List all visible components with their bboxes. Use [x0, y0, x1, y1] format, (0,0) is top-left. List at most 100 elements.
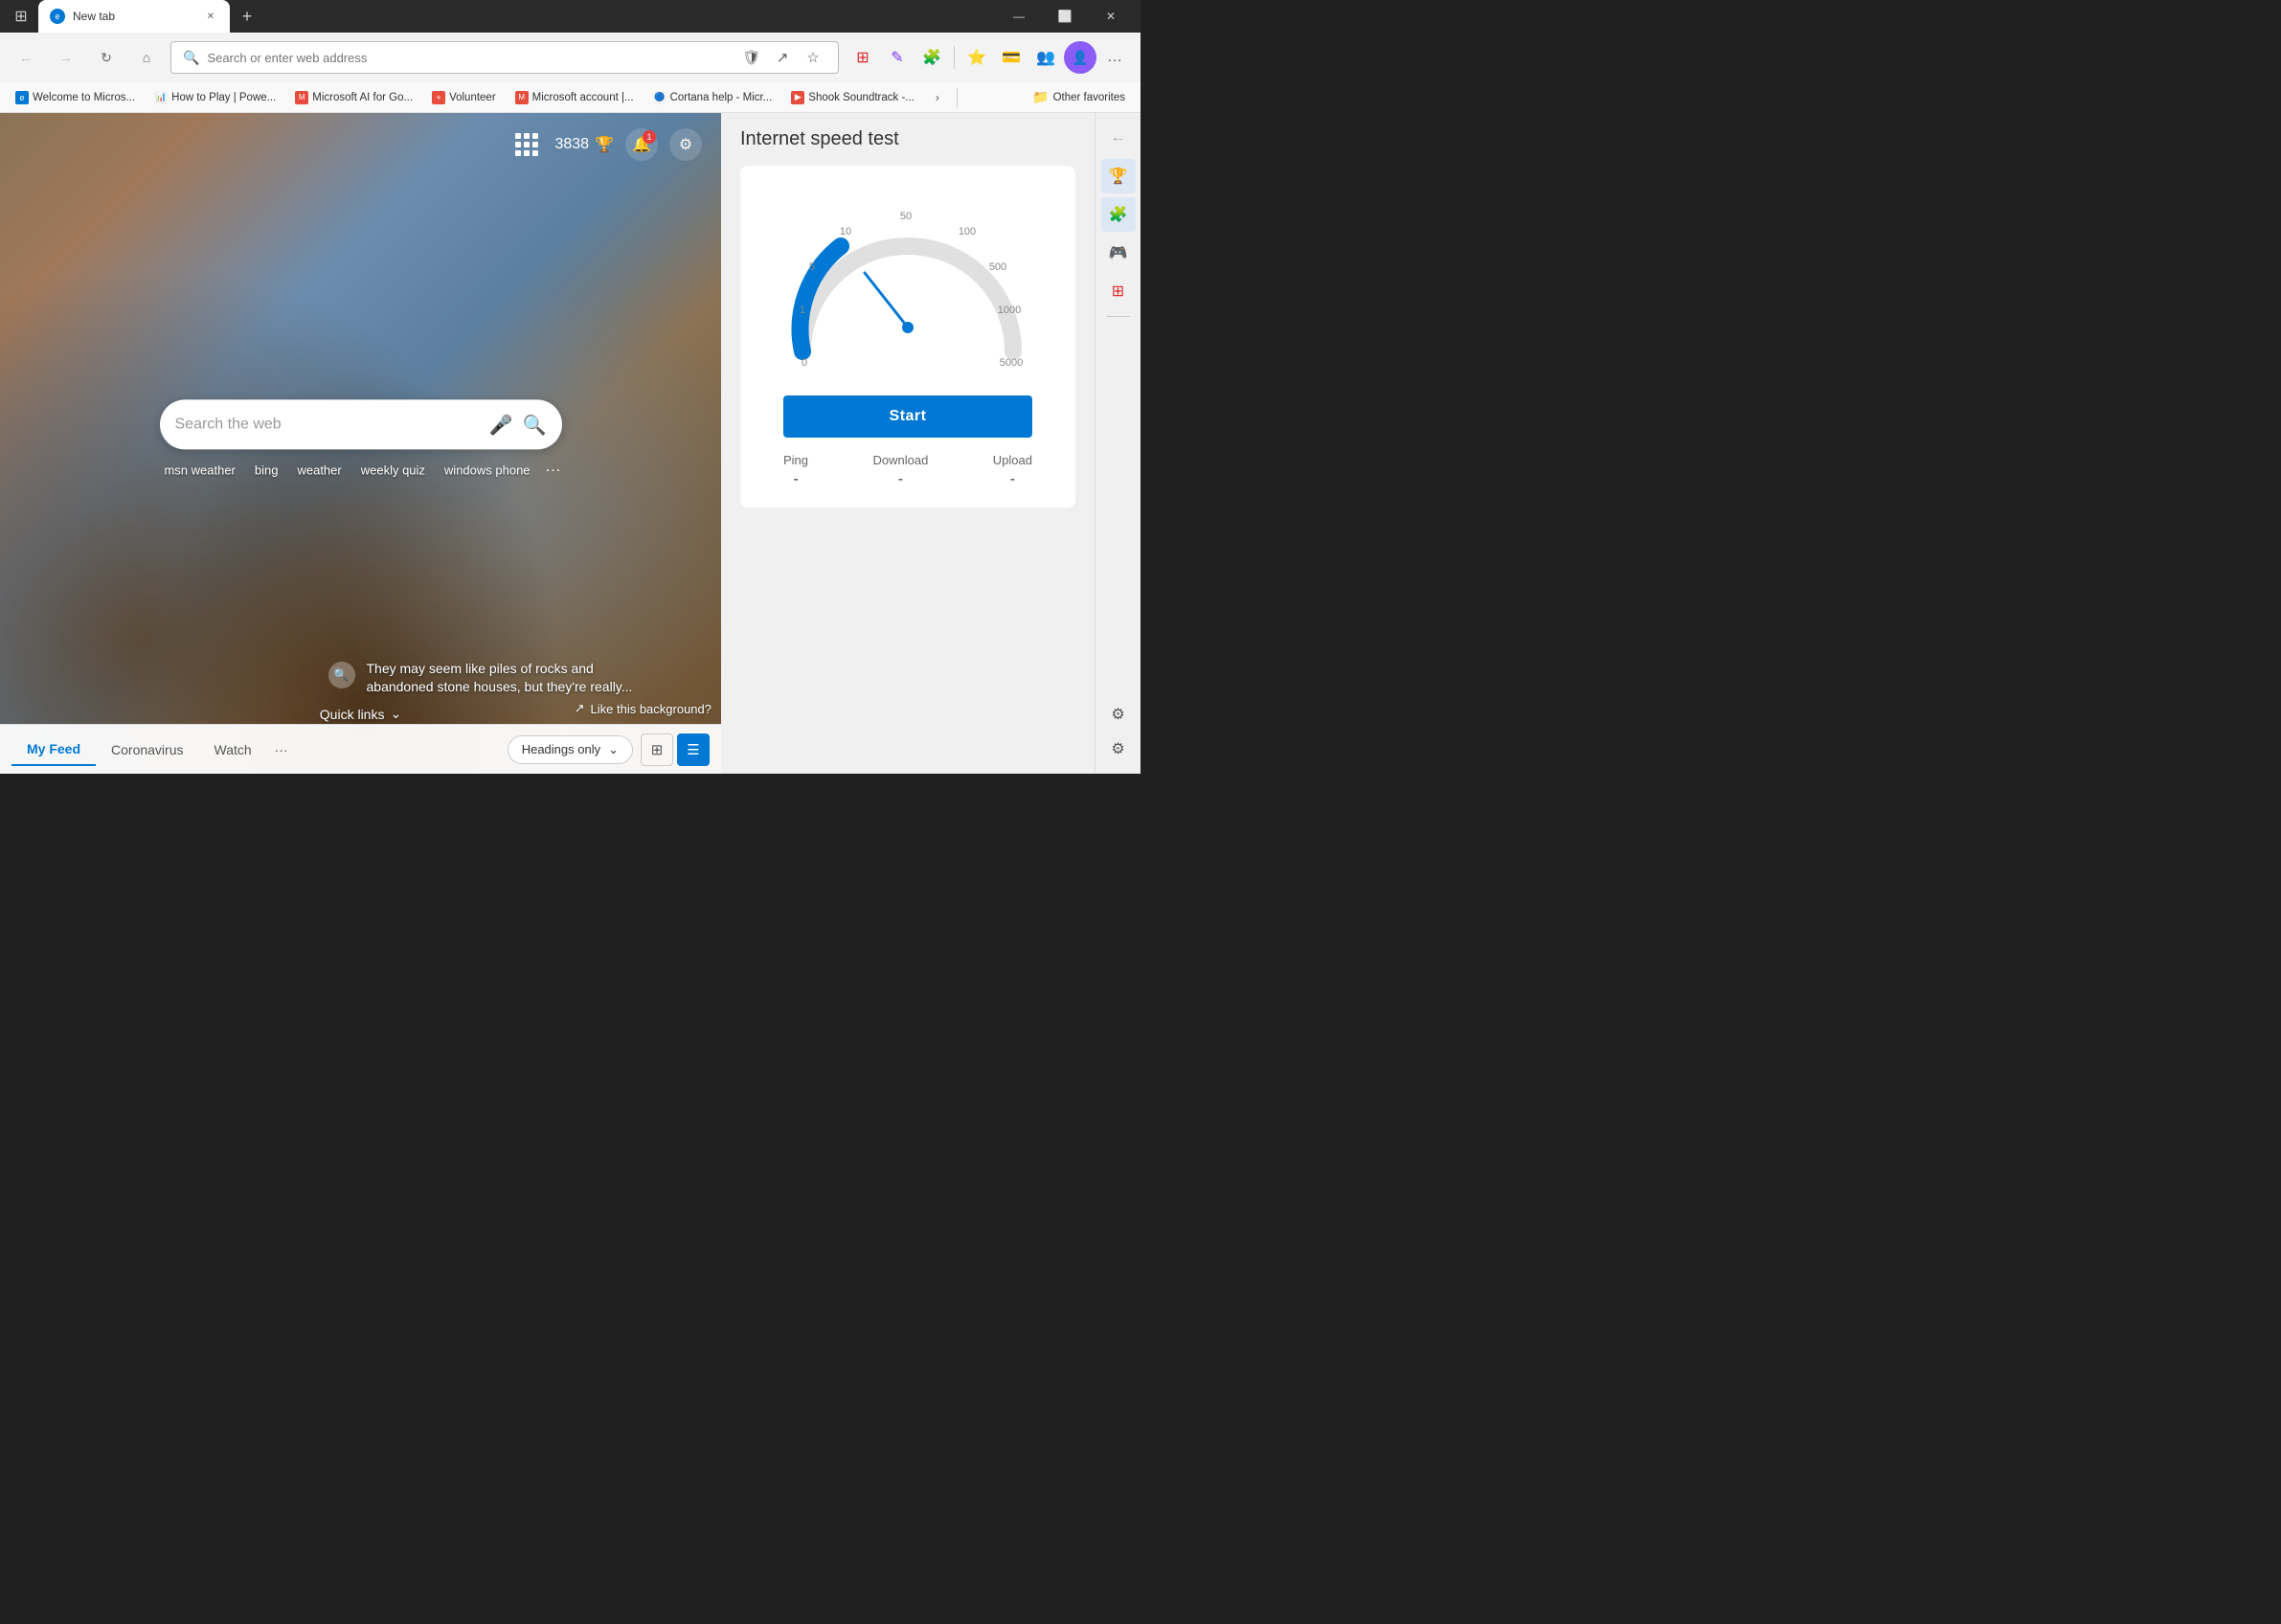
newtab-page: 3838 🏆 🔔 1 ⚙ 🎤 🔍 msn weather bing weathe… [0, 113, 721, 774]
suggestion-msn-weather[interactable]: msn weather [160, 461, 238, 479]
new-tab-button[interactable]: + [234, 3, 260, 30]
fav-label-welcome: Welcome to Micros... [33, 92, 135, 103]
favorites-bar: e Welcome to Micros... 📊 How to Play | P… [0, 82, 1140, 113]
download-label: Download [873, 453, 929, 467]
toolbar-separator [954, 46, 955, 69]
search-go-button[interactable]: 🔍 [523, 413, 547, 437]
address-search-icon: 🔍 [183, 50, 199, 66]
grid-dot [524, 150, 530, 156]
sidebar-games-icon[interactable]: 🎮 [1101, 236, 1136, 270]
headings-select: Headings only ⌄ [508, 735, 633, 764]
suggestion-bing[interactable]: bing [251, 461, 282, 479]
fav-more-button[interactable]: › [926, 86, 949, 109]
speed-test-title: Internet speed test [740, 128, 1075, 150]
rewards-score[interactable]: 3838 🏆 [554, 135, 614, 154]
titlebar: ⊞ e New tab ✕ + — ⬜ ✕ [0, 0, 1140, 33]
start-speed-test-button[interactable]: Start [783, 395, 1032, 438]
quick-links-toggle[interactable]: Quick links ⌄ [320, 706, 401, 722]
headings-dropdown-button[interactable]: Headings only ⌄ [508, 735, 633, 764]
suggestion-weather[interactable]: weather [293, 461, 345, 479]
fav-favicon-volunteer: + [432, 91, 445, 104]
tab-favicon: e [50, 9, 65, 24]
fav-item-powerbi[interactable]: 📊 How to Play | Powe... [147, 88, 283, 107]
upload-value: - [1010, 471, 1015, 488]
suggestion-windows-phone[interactable]: windows phone [440, 461, 534, 479]
tracking-prevention-button[interactable]: 🛡 [738, 44, 765, 71]
fav-label-cortana: Cortana help - Micr... [670, 92, 773, 103]
profile-button[interactable]: 👤 [1064, 41, 1096, 74]
quick-links-label: Quick links [320, 707, 385, 722]
collections-button[interactable]: ⭐ [960, 41, 993, 74]
info-search-icon: 🔍 [328, 662, 355, 688]
quick-links-bar: Quick links ⌄ [0, 706, 721, 722]
speed-test-panel: Internet speed test 0 1 [721, 113, 1095, 774]
fav-item-shook[interactable]: ▶ Shook Soundtrack -... [783, 88, 922, 107]
sidebar-customize-icon[interactable]: ⚙ [1101, 697, 1136, 732]
fav-item-volunteer[interactable]: + Volunteer [424, 88, 504, 107]
notifications-button[interactable]: 🔔 1 [625, 128, 658, 161]
info-text[interactable]: They may seem like piles of rocks and ab… [367, 660, 654, 697]
newtab-bottom-bar: My Feed Coronavirus Watch ··· Headings o… [0, 724, 721, 774]
background-info-overlay: 🔍 They may seem like piles of rocks and … [328, 660, 654, 697]
tab-coronavirus[interactable]: Coronavirus [96, 734, 198, 765]
grid-dot [532, 133, 538, 139]
address-bar-icons: 🛡 ↗ ☆ [738, 44, 826, 71]
microphone-button[interactable]: 🎤 [489, 413, 513, 437]
more-suggestions-button[interactable]: ··· [546, 462, 561, 479]
home-button[interactable]: ⌂ [130, 41, 163, 74]
speed-test-card: 0 1 5 10 50 100 500 1000 5000 [740, 166, 1075, 508]
page-settings-button[interactable]: ⚙ [669, 128, 702, 161]
tab-title: New tab [73, 10, 195, 23]
share-button[interactable]: ↗ [769, 44, 796, 71]
personas-button[interactable]: 👥 [1029, 41, 1062, 74]
fav-favicon-cortana: 🔵 [653, 91, 666, 104]
stats-row: Ping - Download - Upload - [783, 453, 1032, 488]
tab-newtab[interactable]: e New tab ✕ [38, 0, 230, 33]
sidebar-rewards-icon[interactable]: 🏆 [1101, 159, 1136, 193]
search-box[interactable]: 🎤 🔍 [160, 399, 562, 449]
apps-grid-button[interactable] [510, 128, 543, 161]
sidebar-office-icon[interactable]: ⊞ [1101, 274, 1136, 308]
extensions-button[interactable]: 🧩 [915, 41, 948, 74]
grid-dot [524, 142, 530, 147]
newtab-topbar: 3838 🏆 🔔 1 ⚙ [0, 113, 721, 176]
grid-dot [515, 150, 521, 156]
fav-item-cortana[interactable]: 🔵 Cortana help - Micr... [645, 88, 780, 107]
onenote-button[interactable]: ✎ [881, 41, 914, 74]
minimize-button[interactable]: — [997, 1, 1041, 32]
favorites-add-button[interactable]: ☆ [800, 44, 826, 71]
download-value: - [898, 471, 903, 488]
fav-item-msaccount[interactable]: M Microsoft account |... [508, 88, 642, 107]
fav-other-favorites[interactable]: 📁 Other favorites [1025, 86, 1133, 108]
search-input[interactable] [175, 416, 480, 433]
tab-close-button[interactable]: ✕ [203, 9, 218, 24]
sidebar-back-icon[interactable]: ← [1101, 121, 1136, 155]
tab-more-button[interactable]: ··· [267, 734, 296, 765]
maximize-button[interactable]: ⬜ [1043, 1, 1087, 32]
tab-my-feed[interactable]: My Feed [11, 733, 96, 766]
address-input[interactable] [207, 51, 731, 65]
svg-text:500: 500 [989, 261, 1006, 273]
fav-item-welcome[interactable]: e Welcome to Micros... [8, 88, 143, 107]
view-toggle: ⊞ ☰ [641, 733, 710, 766]
notification-badge: 1 [643, 130, 656, 144]
address-bar-input-wrapper: 🔍 🛡 ↗ ☆ [170, 41, 839, 74]
grid-view-button[interactable]: ⊞ [641, 733, 673, 766]
settings-more-button[interactable]: … [1098, 41, 1131, 74]
svg-text:5: 5 [809, 261, 815, 273]
tab-watch[interactable]: Watch [199, 734, 267, 765]
sidebar-toggle[interactable]: ⊞ [8, 3, 34, 30]
suggestion-weekly-quiz[interactable]: weekly quiz [357, 461, 429, 479]
list-view-button[interactable]: ☰ [677, 733, 710, 766]
forward-button[interactable]: → [50, 41, 82, 74]
upload-label: Upload [993, 453, 1032, 467]
back-button[interactable]: ← [10, 41, 42, 74]
sidebar-puzzle-icon[interactable]: 🧩 [1101, 197, 1136, 232]
close-button[interactable]: ✕ [1089, 1, 1133, 32]
grid-dot [515, 133, 521, 139]
office-button[interactable]: ⊞ [847, 41, 879, 74]
browser-wallet-button[interactable]: 💳 [995, 41, 1028, 74]
sidebar-settings-icon[interactable]: ⚙ [1101, 732, 1136, 766]
fav-item-msai[interactable]: M Microsoft AI for Go... [287, 88, 420, 107]
refresh-button[interactable]: ↻ [90, 41, 123, 74]
